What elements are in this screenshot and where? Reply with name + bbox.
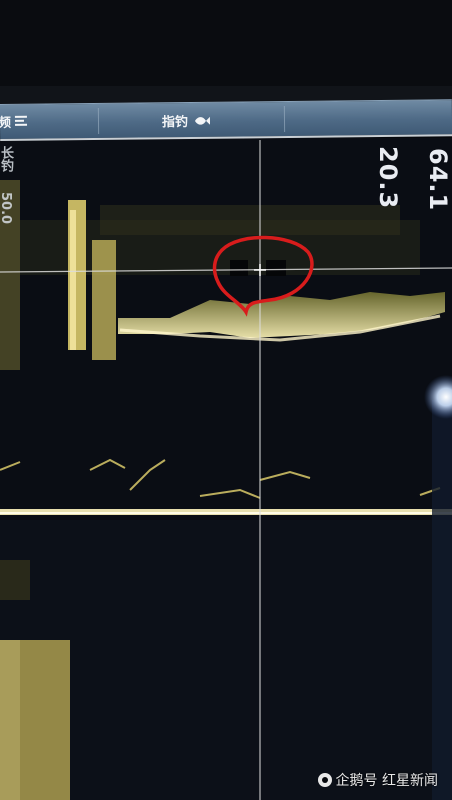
watermark: 企鹅号 红星新闻 — [317, 770, 438, 790]
left-range-label: 50.0 — [0, 192, 13, 225]
toolbar-fishing-item[interactable]: 指钓 — [161, 111, 211, 131]
target-block-right — [266, 260, 286, 276]
target-block-left — [230, 260, 248, 276]
depth-readout: 64.1 — [424, 148, 452, 212]
toolbar-left-label: 频 — [0, 115, 12, 132]
sonar-toolbar: 频 指钓 — [0, 99, 452, 141]
temperature-readout: 20.3 — [374, 146, 402, 210]
toolbar-center-label: 指钓 — [161, 115, 189, 131]
fish-icon — [194, 114, 211, 126]
toolbar-left-item[interactable]: 频 — [0, 112, 28, 132]
list-icon — [14, 115, 28, 127]
left-mode-label: 长钓 — [0, 146, 13, 172]
watermark-text: 企鹅号 红星新闻 — [335, 773, 438, 789]
penguin-logo-icon — [317, 773, 332, 787]
